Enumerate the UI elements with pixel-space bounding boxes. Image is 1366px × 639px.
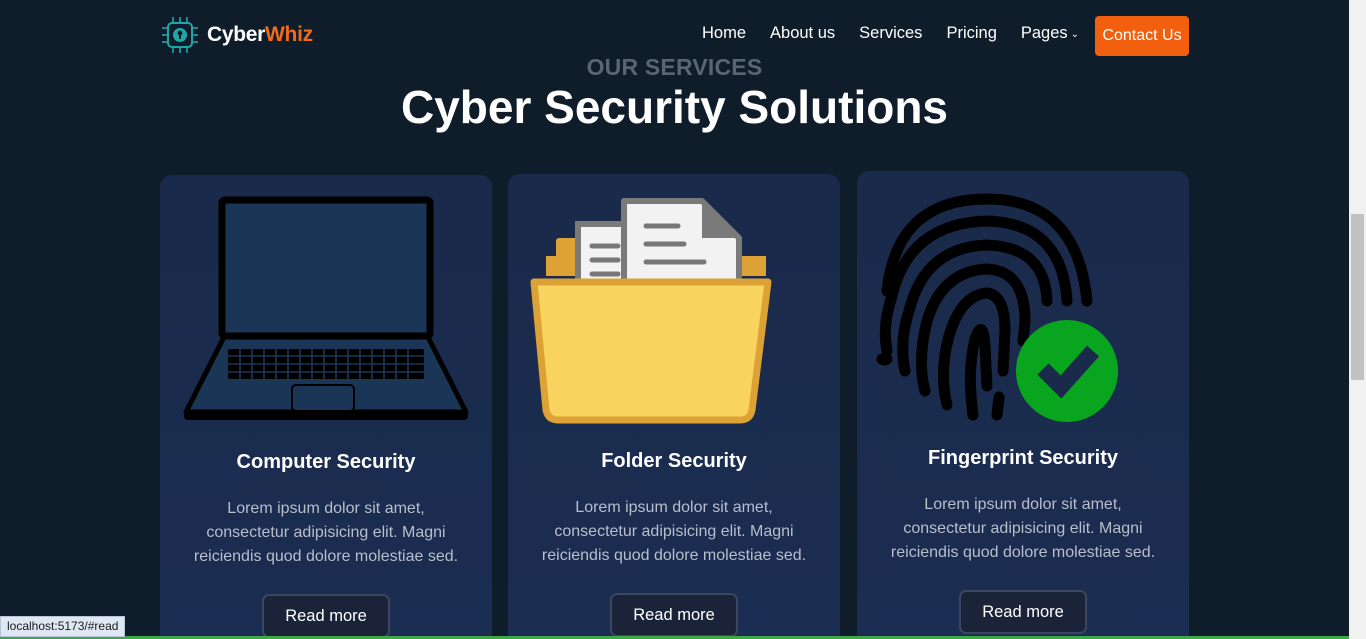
card-title: Fingerprint Security <box>927 447 1119 469</box>
card-description: Lorem ipsum dolor sit amet, consectetur … <box>193 500 459 565</box>
fingerprint-check-icon <box>876 193 1118 422</box>
card-description: Lorem ipsum dolor sit amet, consectetur … <box>541 499 807 564</box>
folder-documents-icon <box>530 198 772 424</box>
brand-logo[interactable]: CyberWhiz <box>161 16 313 54</box>
nav-pages-label: Pages <box>1020 24 1068 42</box>
section-title: Cyber Security Solutions <box>400 81 948 133</box>
brand-name: CyberWhiz <box>207 23 313 47</box>
nav-home[interactable]: Home <box>702 24 746 43</box>
service-card-folder: Folder Security Lorem ipsum dolor sit am… <box>508 174 840 639</box>
nav-pricing[interactable]: Pricing <box>946 24 996 43</box>
scrollbar-thumb[interactable] <box>1351 214 1364 380</box>
brand-name-accent: Whiz <box>265 23 313 46</box>
read-more-button[interactable]: Read more <box>959 590 1087 634</box>
section-eyebrow: OUR SERVICES <box>586 54 763 80</box>
vertical-scrollbar[interactable] <box>1349 0 1366 639</box>
card-title: Computer Security <box>236 451 416 473</box>
contact-us-button[interactable]: Contact Us <box>1095 16 1189 56</box>
read-more-button[interactable]: Read more <box>262 594 390 638</box>
nav-about-us[interactable]: About us <box>770 24 835 43</box>
nav-services[interactable]: Services <box>859 24 922 43</box>
circuit-lock-icon <box>162 17 198 53</box>
nav-links: Home About us Services Pricing Pages ⌄ <box>702 24 1079 43</box>
laptop-icon <box>183 196 469 420</box>
card-title: Folder Security <box>601 450 747 472</box>
card-description: Lorem ipsum dolor sit amet, consectetur … <box>890 496 1156 561</box>
brand-name-main: Cyber <box>207 23 266 46</box>
page: CyberWhiz Home About us Services Pricing… <box>0 0 1349 639</box>
link-status-bar: localhost:5173/#read <box>0 616 126 637</box>
nav-pages-dropdown[interactable]: Pages ⌄ <box>1021 24 1079 43</box>
service-card-fingerprint: Fingerprint Security Lorem ipsum dolor s… <box>857 171 1189 639</box>
read-more-button[interactable]: Read more <box>610 593 738 637</box>
chevron-down-icon: ⌄ <box>1070 29 1080 40</box>
service-card-computer: Computer Security Lorem ipsum dolor sit … <box>160 175 492 639</box>
